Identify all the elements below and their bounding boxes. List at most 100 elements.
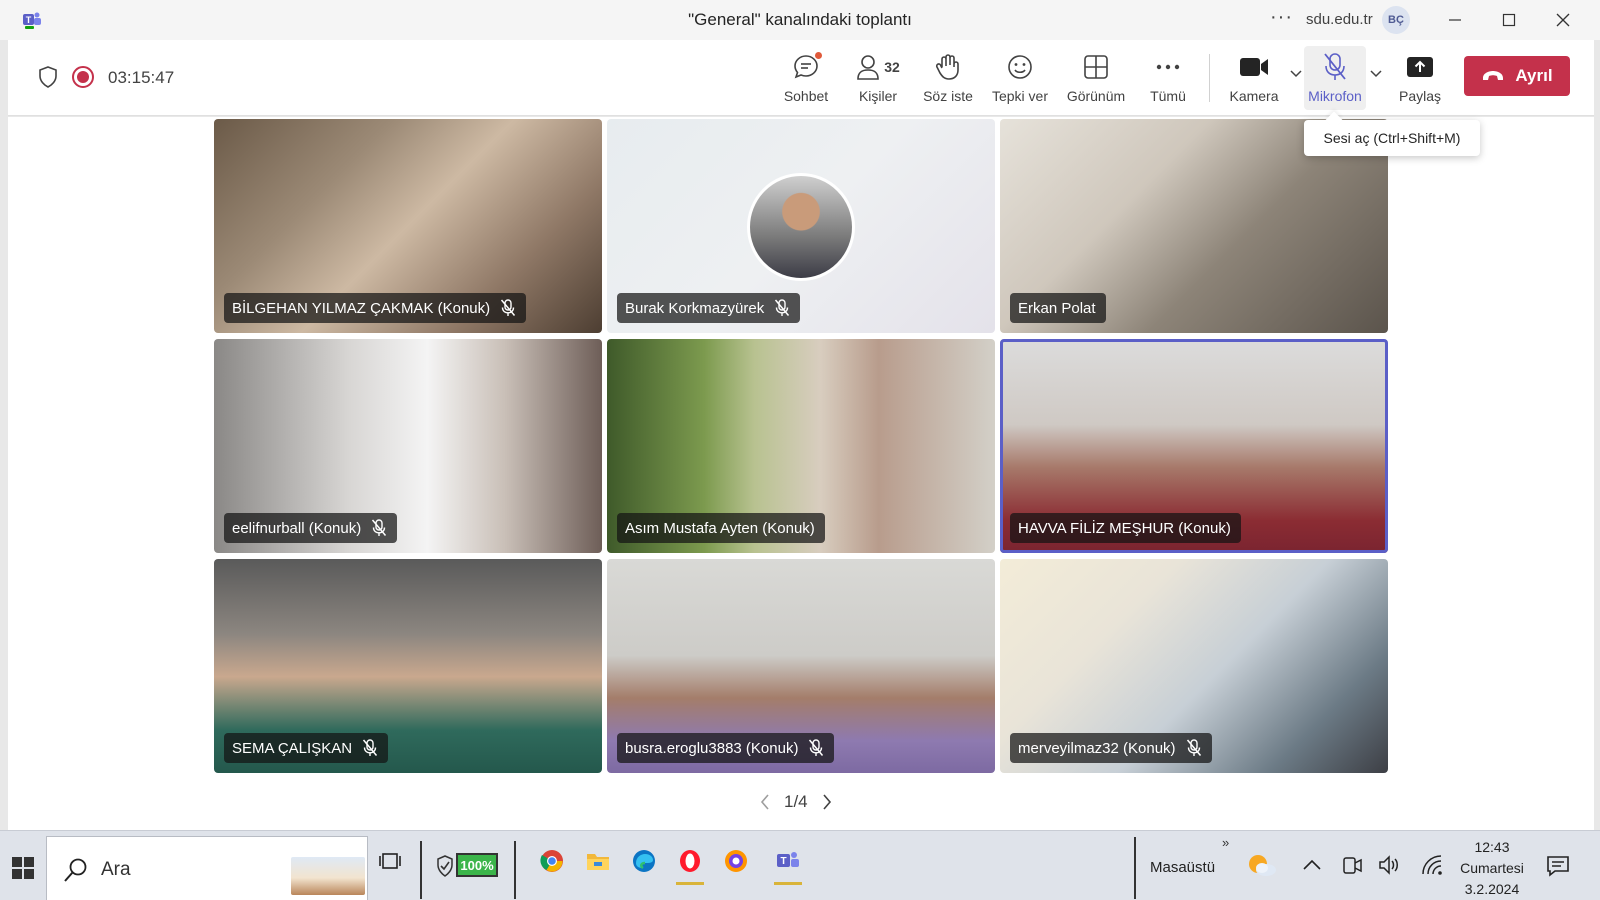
participant-nametag: Erkan Polat: [1010, 293, 1106, 323]
toolbar-divider: [1209, 54, 1210, 102]
chat-icon: [792, 50, 822, 84]
camera-button[interactable]: Kamera: [1224, 50, 1284, 110]
mic-button[interactable]: Mikrofon: [1304, 50, 1366, 110]
teams-logo-icon: T: [22, 10, 42, 30]
page-indicator: 1/4: [784, 792, 808, 811]
meet-now-icon[interactable]: [1336, 849, 1368, 881]
shield-icon[interactable]: [38, 66, 58, 93]
battery-level: 100%: [456, 853, 498, 877]
mic-off-icon: [501, 299, 516, 316]
mic-off-icon: [1322, 50, 1348, 84]
firefox-icon[interactable]: [720, 845, 752, 877]
participant-tile[interactable]: HAVVA FİLİZ MEŞHUR (Konuk): [1000, 339, 1388, 553]
view-label: Görünüm: [1066, 88, 1126, 104]
participant-name: SEMA ÇALIŞKAN: [232, 739, 353, 757]
org-name: sdu.edu.tr: [1306, 11, 1373, 28]
people-label: Kişiler: [858, 88, 898, 104]
chrome-icon[interactable]: [536, 845, 568, 877]
participant-name: eelifnurball (Konuk): [232, 519, 362, 537]
desktop-toolbar[interactable]: Masaüstü: [1150, 859, 1215, 876]
participant-tile[interactable]: BİLGEHAN YILMAZ ÇAKMAK (Konuk): [214, 119, 602, 333]
taskbar-separator: [420, 841, 422, 899]
react-label: Tepki ver: [991, 88, 1049, 104]
maximize-button[interactable]: [1486, 8, 1532, 32]
edge-icon[interactable]: [628, 845, 660, 877]
taskbar-clock[interactable]: 12:43 Cumartesi 3.2.2024: [1452, 837, 1532, 900]
mic-options-chevron-down-icon[interactable]: [1370, 70, 1382, 78]
participant-tile[interactable]: busra.eroglu3883 (Konuk): [607, 559, 995, 773]
task-view-icon[interactable]: [374, 845, 406, 877]
view-button[interactable]: Görünüm: [1060, 50, 1132, 110]
more-options-icon[interactable]: ···: [1270, 6, 1293, 29]
people-button[interactable]: 32 Kişiler: [844, 50, 912, 110]
participant-tile[interactable]: merveyilmaz32 (Konuk): [1000, 559, 1388, 773]
unmute-tooltip: Sesi aç (Ctrl+Shift+M): [1304, 120, 1480, 156]
close-button[interactable]: [1540, 8, 1586, 32]
close-icon: [1556, 13, 1570, 27]
next-page-chevron-right-icon[interactable]: [822, 794, 832, 810]
file-explorer-icon[interactable]: [582, 845, 614, 877]
maximize-icon: [1502, 13, 1516, 27]
svg-text:T: T: [26, 15, 32, 25]
share-button[interactable]: Paylaş: [1392, 50, 1448, 110]
clock-day: Cumartesi: [1460, 860, 1524, 876]
smiley-icon: [1006, 50, 1034, 84]
participant-nametag: eelifnurball (Konuk): [224, 513, 398, 543]
participant-tile[interactable]: Asım Mustafa Ayten (Konuk): [607, 339, 995, 553]
camera-icon: [1239, 50, 1269, 84]
svg-text:T: T: [780, 856, 786, 867]
minimize-icon: [1449, 19, 1461, 21]
participant-nametag: merveyilmaz32 (Konuk): [1010, 733, 1212, 763]
minimize-button[interactable]: [1432, 8, 1478, 32]
participant-name: merveyilmaz32 (Konuk): [1018, 739, 1176, 757]
clock-time: 12:43: [1474, 839, 1510, 855]
participant-nametag: busra.eroglu3883 (Konuk): [617, 733, 835, 763]
participant-name: Asım Mustafa Ayten (Konuk): [625, 519, 815, 537]
notification-center-icon[interactable]: [1546, 855, 1570, 882]
video-stage: BİLGEHAN YILMAZ ÇAKMAK (Konuk) Burak Kork…: [8, 117, 1594, 830]
search-icon: [64, 858, 87, 882]
mic-off-icon: [809, 739, 824, 756]
react-button[interactable]: Tepki ver: [984, 50, 1056, 110]
toolbar-expand-icon[interactable]: »: [1222, 835, 1229, 850]
people-icon: 32: [856, 50, 900, 84]
camera-options-chevron-down-icon[interactable]: [1290, 70, 1302, 78]
participant-avatar: [747, 173, 855, 281]
more-button[interactable]: Tümü: [1138, 50, 1198, 110]
shield-check-icon: [437, 855, 453, 877]
participant-name: Burak Korkmazyürek: [625, 299, 765, 317]
share-icon: [1406, 50, 1434, 84]
opera-icon[interactable]: [674, 845, 706, 885]
participant-nametag: BİLGEHAN YILMAZ ÇAKMAK (Konuk): [224, 293, 527, 323]
clock-date: 3.2.2024: [1464, 881, 1520, 897]
participant-tile[interactable]: SEMA ÇALIŞKAN: [214, 559, 602, 773]
prev-page-chevron-left-icon[interactable]: [760, 794, 770, 810]
wifi-icon[interactable]: [1416, 849, 1448, 881]
mic-off-icon: [775, 299, 790, 316]
participant-tile[interactable]: eelifnurball (Konuk): [214, 339, 602, 553]
avatar[interactable]: BÇ: [1382, 6, 1410, 34]
leave-button[interactable]: Ayrıl: [1464, 56, 1570, 96]
participant-nametag: Burak Korkmazyürek: [617, 293, 801, 323]
more-label: Tümü: [1150, 88, 1186, 104]
taskbar-search[interactable]: Ara: [46, 836, 368, 900]
chevron-up-icon[interactable]: [1296, 849, 1328, 881]
teams-taskbar-icon[interactable]: T: [772, 845, 804, 885]
participant-tile[interactable]: Burak Korkmazyürek: [607, 119, 995, 333]
battery-indicator[interactable]: 100%: [436, 853, 502, 879]
participant-nametag: SEMA ÇALIŞKAN: [224, 733, 389, 763]
leave-label: Ayrıl: [1515, 66, 1553, 85]
mic-off-icon: [1186, 739, 1201, 756]
camera-label: Kamera: [1229, 88, 1279, 104]
participant-name: HAVVA FİLİZ MEŞHUR (Konuk): [1018, 519, 1231, 537]
people-count: 32: [884, 59, 900, 75]
raise-hand-button[interactable]: Söz iste: [914, 50, 982, 110]
mic-label: Mikrofon: [1308, 88, 1362, 104]
search-input[interactable]: Ara: [101, 859, 131, 881]
recording-icon: [72, 66, 94, 88]
windows-start-icon[interactable]: [12, 857, 34, 884]
chat-button[interactable]: Sohbet: [772, 50, 840, 110]
weather-icon[interactable]: [1246, 849, 1278, 881]
volume-icon[interactable]: [1374, 849, 1406, 881]
participant-name: busra.eroglu3883 (Konuk): [625, 739, 799, 757]
